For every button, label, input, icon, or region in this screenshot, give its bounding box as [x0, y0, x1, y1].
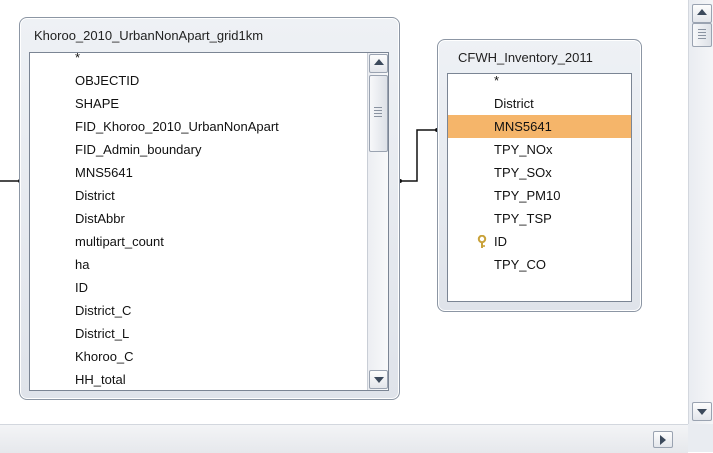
scroll-up-button[interactable]: [692, 4, 712, 23]
scroll-down-button[interactable]: [369, 370, 388, 389]
field-name: OBJECTID: [75, 73, 140, 88]
scroll-thumb[interactable]: [369, 75, 388, 152]
field-row[interactable]: FID_Khoroo_2010_UrbanNonApart: [30, 115, 388, 138]
relationships-canvas[interactable]: Khoroo_2010_UrbanNonApart_grid1km * OBJEC…: [0, 0, 688, 424]
field-row[interactable]: DistAbbr: [30, 207, 388, 230]
scroll-right-button[interactable]: [653, 431, 673, 448]
field-name: Khoroo_C: [75, 349, 134, 364]
field-row[interactable]: Khoroo_C: [30, 345, 388, 368]
field-list[interactable]: * District MNS5641 TPY_NOx TPY_SOx TPY_PM10 TP…: [447, 73, 632, 302]
field-name: *: [494, 73, 500, 88]
field-row[interactable]: OBJECTID: [30, 69, 388, 92]
field-row[interactable]: TPY_PM10: [448, 184, 631, 207]
field-row-selected[interactable]: MNS5641: [448, 115, 631, 138]
field-name: multipart_count: [75, 234, 164, 249]
field-name: MNS5641: [494, 119, 552, 134]
field-list[interactable]: * OBJECTID SHAPE FID_Khoroo_2010_UrbanNonAp…: [29, 52, 389, 391]
chevron-right-icon: [660, 435, 666, 445]
field-row[interactable]: FID_Admin_boundary: [30, 138, 388, 161]
field-row[interactable]: TPY_SOx: [448, 161, 631, 184]
field-row[interactable]: TPY_CO: [448, 253, 631, 276]
field-name: TPY_SOx: [494, 165, 552, 180]
grip-icon: [698, 29, 706, 41]
canvas-vertical-scrollbar[interactable]: [688, 0, 713, 424]
field-name: *: [75, 52, 81, 65]
field-row[interactable]: ID: [448, 230, 631, 253]
field-list-scrollbar[interactable]: [367, 53, 388, 390]
field-name: MNS5641: [75, 165, 133, 180]
field-name: DistAbbr: [75, 211, 125, 226]
field-row[interactable]: District: [448, 92, 631, 115]
scroll-up-button[interactable]: [369, 54, 388, 73]
field-name: HH_total: [75, 372, 126, 387]
relationship-line-mns5641[interactable]: [400, 129, 437, 182]
field-name: District_C: [75, 303, 132, 318]
field-row[interactable]: SHAPE: [30, 92, 388, 115]
field-row[interactable]: ID: [30, 276, 388, 299]
field-name: TPY_PM10: [494, 188, 561, 203]
table-title[interactable]: Khoroo_2010_UrbanNonApart_grid1km: [34, 28, 263, 43]
scroll-thumb[interactable]: [692, 23, 712, 47]
table-title[interactable]: CFWH_Inventory_2011: [458, 50, 593, 65]
field-name: FID_Khoroo_2010_UrbanNonApart: [75, 119, 279, 134]
field-row[interactable]: multipart_count: [30, 230, 388, 253]
field-row[interactable]: *: [30, 52, 388, 69]
field-name: FID_Admin_boundary: [75, 142, 202, 157]
field-name: ID: [75, 280, 88, 295]
field-name: TPY_CO: [494, 257, 547, 272]
chevron-down-icon: [697, 409, 707, 415]
field-row[interactable]: District: [30, 184, 388, 207]
chevron-up-icon: [697, 9, 707, 15]
key-icon: [477, 235, 487, 248]
field-name: ID: [494, 234, 507, 249]
field-name: ha: [75, 257, 90, 272]
scroll-down-button[interactable]: [692, 402, 712, 421]
field-row[interactable]: ha: [30, 253, 388, 276]
field-name: TPY_TSP: [494, 211, 552, 226]
grip-icon: [374, 107, 382, 119]
field-name: SHAPE: [75, 96, 120, 111]
field-name: TPY_NOx: [494, 142, 553, 157]
field-row[interactable]: MNS5641: [30, 161, 388, 184]
table-window-cfwh-inventory[interactable]: CFWH_Inventory_2011 * District MNS5641 TPY_…: [437, 39, 642, 312]
field-row[interactable]: HH_total: [30, 368, 388, 390]
chevron-up-icon: [374, 59, 384, 65]
field-name: District: [494, 96, 534, 111]
field-row[interactable]: District_L: [30, 322, 388, 345]
canvas-horizontal-scrollbar[interactable]: [0, 424, 688, 453]
field-name: District: [75, 188, 115, 203]
field-row[interactable]: TPY_TSP: [448, 207, 631, 230]
field-row[interactable]: *: [448, 73, 631, 92]
field-row[interactable]: District_C: [30, 299, 388, 322]
scrollbar-corner: [688, 424, 713, 452]
table-window-khoroo[interactable]: Khoroo_2010_UrbanNonApart_grid1km * OBJEC…: [19, 17, 400, 400]
field-name: District_L: [75, 326, 130, 341]
chevron-down-icon: [374, 377, 384, 383]
field-row[interactable]: TPY_NOx: [448, 138, 631, 161]
